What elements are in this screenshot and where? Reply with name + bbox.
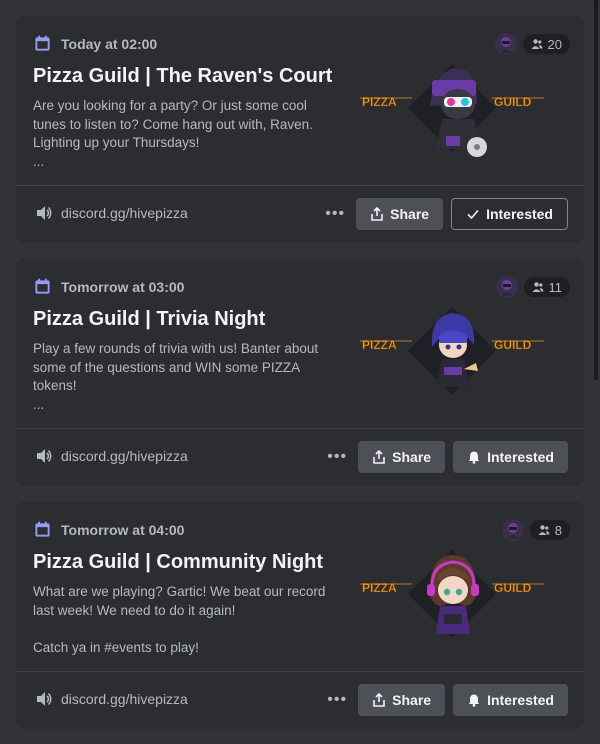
- event-banner-image: PIZZA GUILD: [360, 64, 544, 164]
- event-description: Are you looking for a party? Or just som…: [33, 98, 313, 169]
- interested-count-badge: 8: [529, 520, 570, 540]
- share-button-label: Share: [392, 692, 432, 708]
- event-location-label: discord.gg/hivepizza: [61, 691, 188, 707]
- bell-icon: [468, 451, 480, 464]
- interested-users[interactable]: 20: [494, 33, 570, 55]
- share-button[interactable]: Share: [358, 684, 446, 716]
- event-location[interactable]: discord.gg/hivepizza: [34, 690, 188, 708]
- event-actions: ••• Share Interested: [324, 441, 568, 473]
- event-title[interactable]: Pizza Guild | Community Night: [33, 551, 323, 574]
- event-card-footer: discord.gg/hivepizza ••• Share Intereste…: [16, 186, 584, 243]
- event-actions: ••• Share Interested: [322, 198, 568, 230]
- share-icon: [373, 693, 385, 707]
- share-button[interactable]: Share: [358, 441, 446, 473]
- interested-button[interactable]: Interested: [453, 684, 568, 716]
- stage-channel-icon: [37, 449, 52, 463]
- user-avatar: [501, 519, 524, 541]
- calendar-icon: [35, 278, 50, 294]
- checkmark-icon: [467, 209, 479, 220]
- event-card[interactable]: Today at 02:00 20 Pizza Guild | The Rave…: [16, 16, 584, 243]
- interested-count: 8: [554, 522, 562, 538]
- event-location-label: discord.gg/hivepizza: [61, 448, 188, 464]
- interested-count-badge: 11: [523, 277, 570, 297]
- interested-count-badge: 20: [522, 34, 570, 54]
- bell-icon: [468, 694, 480, 707]
- people-icon: [538, 525, 550, 535]
- user-avatar: [494, 33, 517, 55]
- event-title[interactable]: Pizza Guild | Trivia Night: [33, 308, 265, 331]
- event-banner-image: PIZZA GUILD: [360, 307, 544, 407]
- event-location[interactable]: discord.gg/hivepizza: [34, 204, 188, 222]
- interested-button[interactable]: Interested: [453, 441, 568, 473]
- event-banner-image: PIZZA GUILD: [360, 550, 544, 650]
- calendar-icon: [35, 521, 50, 537]
- people-icon: [532, 282, 543, 292]
- event-card-body: Tomorrow at 03:00 11 Pizza Guild | Trivi…: [16, 259, 584, 429]
- event-card-footer: discord.gg/hivepizza ••• Share Intereste…: [16, 429, 584, 486]
- more-options-button[interactable]: •••: [324, 442, 350, 472]
- event-card-body: Tomorrow at 04:00 8 Pizza Guild | Commun…: [16, 502, 584, 672]
- interested-button-label: Interested: [487, 692, 554, 708]
- event-description: Play a few rounds of trivia with us! Ban…: [33, 341, 319, 412]
- event-location[interactable]: discord.gg/hivepizza: [34, 447, 188, 465]
- interested-users[interactable]: 8: [501, 519, 570, 541]
- event-card-body: Today at 02:00 20 Pizza Guild | The Rave…: [16, 16, 584, 186]
- share-icon: [371, 207, 383, 221]
- interested-count: 20: [547, 36, 562, 52]
- people-icon: [531, 39, 543, 49]
- event-actions: ••• Share Interested: [324, 684, 568, 716]
- interested-count: 11: [548, 279, 563, 295]
- share-icon: [373, 450, 385, 464]
- event-time-label: Today at 02:00: [61, 35, 158, 52]
- share-button[interactable]: Share: [356, 198, 444, 230]
- event-card-footer: discord.gg/hivepizza ••• Share Intereste…: [16, 672, 584, 729]
- share-button-label: Share: [392, 449, 432, 465]
- interested-users[interactable]: 11: [495, 276, 570, 298]
- calendar-icon: [35, 35, 50, 51]
- event-list: Today at 02:00 20 Pizza Guild | The Rave…: [16, 16, 584, 744]
- event-time: Today at 02:00: [34, 35, 157, 52]
- event-time: Tomorrow at 04:00: [34, 521, 184, 538]
- stage-channel-icon: [37, 692, 52, 706]
- more-options-button[interactable]: •••: [324, 685, 350, 715]
- event-card[interactable]: Tomorrow at 04:00 8 Pizza Guild | Commun…: [16, 502, 584, 729]
- event-location-label: discord.gg/hivepizza: [61, 205, 188, 221]
- event-title[interactable]: Pizza Guild | The Raven's Court: [33, 65, 332, 88]
- stage-channel-icon: [37, 206, 52, 220]
- event-time-label: Tomorrow at 03:00: [61, 278, 185, 295]
- event-time: Tomorrow at 03:00: [34, 278, 184, 295]
- user-avatar: [495, 276, 518, 298]
- interested-button-label: Interested: [487, 449, 554, 465]
- scrollbar[interactable]: [594, 0, 598, 380]
- event-description: What are we playing? Gartic! We beat our…: [33, 584, 326, 655]
- event-time-label: Tomorrow at 04:00: [61, 521, 185, 538]
- interested-button[interactable]: Interested: [451, 198, 568, 230]
- event-card[interactable]: Tomorrow at 03:00 11 Pizza Guild | Trivi…: [16, 259, 584, 486]
- share-button-label: Share: [390, 206, 430, 222]
- more-options-button[interactable]: •••: [322, 199, 348, 229]
- interested-button-label: Interested: [486, 206, 553, 222]
